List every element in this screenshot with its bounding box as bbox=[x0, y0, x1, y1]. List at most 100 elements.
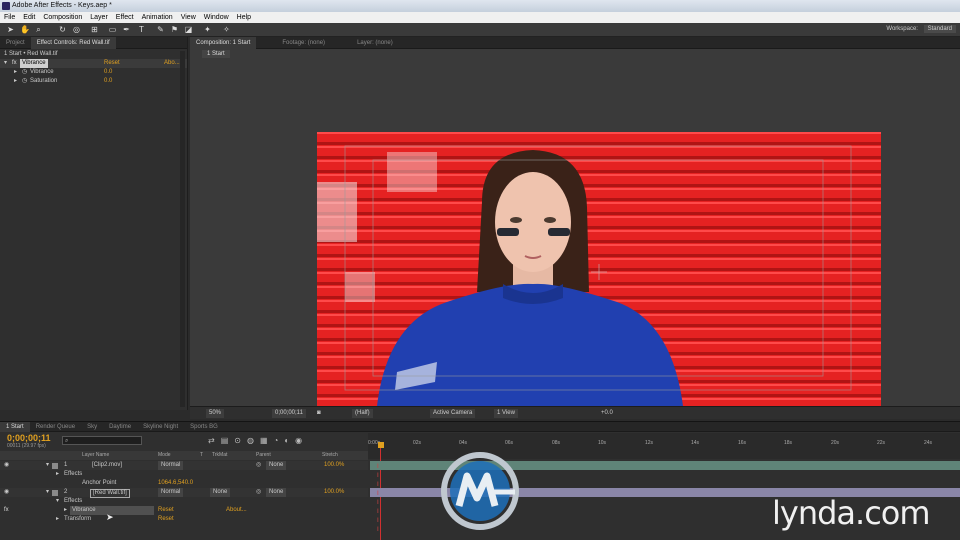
expand-triangle-icon[interactable]: ▸ bbox=[56, 470, 59, 479]
menu-layer[interactable]: Layer bbox=[90, 12, 108, 23]
col-parent[interactable]: Parent bbox=[256, 451, 271, 460]
expand-triangle-icon[interactable]: ▸ bbox=[14, 77, 17, 86]
property-value[interactable]: 0.0 bbox=[104, 68, 112, 77]
views-select[interactable]: 1 View bbox=[494, 409, 518, 418]
workspace-select[interactable]: Standard bbox=[923, 25, 956, 33]
layer-name[interactable]: [Clip2.mov] bbox=[92, 461, 122, 470]
transform-group-row[interactable]: ▸ Transform Reset bbox=[0, 515, 368, 524]
selection-tool-icon[interactable]: ➤ bbox=[6, 25, 15, 34]
expand-triangle-icon[interactable]: ▾ bbox=[4, 59, 7, 68]
menu-composition[interactable]: Composition bbox=[43, 12, 82, 23]
effect-name[interactable]: Vibrance bbox=[20, 59, 48, 68]
layer-stretch[interactable]: 100.0% bbox=[324, 461, 344, 470]
layer-parent-select[interactable]: None bbox=[266, 488, 287, 497]
hand-tool-icon[interactable]: ✋ bbox=[20, 25, 30, 34]
clone-stamp-tool-icon[interactable]: ⚑ bbox=[170, 25, 179, 34]
zoom-select[interactable]: 50% bbox=[206, 409, 225, 418]
camera-tool-icon[interactable]: ◎ bbox=[72, 25, 81, 34]
keyframe-markers[interactable]: ⅠⅠⅠⅠⅠⅠⅠⅠ bbox=[377, 463, 379, 535]
effect-about-link[interactable]: Abo... bbox=[164, 59, 180, 68]
expand-triangle-icon[interactable]: ▸ bbox=[64, 506, 67, 515]
menu-effect[interactable]: Effect bbox=[116, 12, 134, 23]
col-layer-name[interactable]: Layer Name bbox=[82, 451, 109, 460]
layer-row[interactable]: ◉ ▾ 2 [Red Wall.tif] Normal None ◎ None … bbox=[0, 488, 368, 498]
menu-file[interactable]: File bbox=[4, 12, 15, 23]
visibility-eye-icon[interactable]: ◉ bbox=[4, 461, 9, 470]
layer-mode-select[interactable]: Normal bbox=[158, 488, 184, 497]
transform-reset-link[interactable]: Reset bbox=[158, 515, 174, 524]
tab-project[interactable]: Project bbox=[0, 37, 31, 49]
timeline-timecode[interactable]: 0;00;00;11 bbox=[7, 433, 51, 443]
anchor-point-row[interactable]: Anchor Point 1064.6,540.0 bbox=[0, 479, 368, 488]
menu-window[interactable]: Window bbox=[204, 12, 229, 23]
layer-stretch[interactable]: 100.0% bbox=[324, 488, 344, 497]
col-t[interactable]: T bbox=[200, 451, 203, 460]
composition-frame[interactable] bbox=[317, 132, 881, 406]
resolution-select[interactable]: (Half) bbox=[352, 409, 373, 418]
left-panel-scrollbar[interactable] bbox=[180, 51, 185, 407]
expand-triangle-icon[interactable]: ▾ bbox=[46, 461, 49, 470]
parent-pickwhip-icon[interactable]: ◎ bbox=[256, 488, 261, 497]
label-color-swatch[interactable] bbox=[52, 463, 58, 469]
vibrance-about-link[interactable]: About... bbox=[226, 506, 247, 515]
tab-footage[interactable]: Footage: (none) bbox=[276, 37, 331, 49]
comp-nav-tab[interactable]: 1 Start bbox=[202, 50, 230, 58]
mask-tool-icon[interactable]: ▭ bbox=[108, 25, 117, 34]
col-trkmat[interactable]: TrkMat bbox=[212, 451, 227, 460]
tab-1-start[interactable]: 1 Start bbox=[0, 421, 30, 432]
exposure-value[interactable]: +0.0 bbox=[598, 409, 616, 418]
layer-number: 1 bbox=[64, 462, 68, 468]
tab-daytime[interactable]: Daytime bbox=[103, 422, 137, 432]
col-stretch[interactable]: Stretch bbox=[322, 451, 338, 460]
current-time-display[interactable]: 0;00;00;11 bbox=[272, 409, 306, 418]
stopwatch-icon[interactable]: ◷ bbox=[22, 68, 27, 77]
layer-mode-select[interactable]: Normal bbox=[158, 461, 184, 470]
col-mode[interactable]: Mode bbox=[158, 451, 171, 460]
fx-icon[interactable]: fx bbox=[4, 506, 9, 515]
menu-view[interactable]: View bbox=[181, 12, 196, 23]
tab-sports-bg[interactable]: Sports BG bbox=[184, 422, 224, 432]
effects-group-row[interactable]: ▾ Effects bbox=[0, 497, 368, 506]
vibrance-reset-link[interactable]: Reset bbox=[158, 506, 174, 515]
vibrance-effect-row[interactable]: fx ▸ Vibrance Reset About... bbox=[0, 506, 368, 515]
rotate-tool-icon[interactable]: ↻ bbox=[58, 25, 67, 34]
effect-reset-link[interactable]: Reset bbox=[104, 59, 120, 68]
menu-help[interactable]: Help bbox=[237, 12, 251, 23]
timeline-search-input[interactable]: ⌕ bbox=[62, 436, 142, 445]
expand-triangle-icon[interactable]: ▸ bbox=[56, 515, 59, 524]
layer-trkmat-select[interactable]: None bbox=[210, 488, 231, 497]
eraser-tool-icon[interactable]: ◪ bbox=[184, 25, 193, 34]
anchor-point-value[interactable]: 1064.6,540.0 bbox=[158, 479, 193, 488]
tab-render-queue[interactable]: Render Queue bbox=[30, 422, 81, 432]
pan-behind-tool-icon[interactable]: ⊞ bbox=[90, 25, 99, 34]
playhead-marker[interactable] bbox=[378, 442, 384, 448]
tab-sky[interactable]: Sky bbox=[81, 422, 103, 432]
menu-animation[interactable]: Animation bbox=[142, 12, 173, 23]
type-tool-icon[interactable]: T bbox=[137, 25, 146, 34]
layer-row[interactable]: ◉ ▾ 1 [Clip2.mov] Normal ◎ None 100.0% bbox=[0, 461, 368, 470]
tab-skyline-night[interactable]: Skyline Night bbox=[137, 422, 184, 432]
menu-edit[interactable]: Edit bbox=[23, 12, 35, 23]
label-color-swatch[interactable] bbox=[52, 490, 58, 496]
visibility-eye-icon[interactable]: ◉ bbox=[4, 488, 9, 497]
camera-select[interactable]: Active Camera bbox=[430, 409, 476, 418]
effects-group-row[interactable]: ▸ Effects bbox=[0, 470, 368, 479]
tab-composition[interactable]: Composition: 1 Start bbox=[190, 36, 257, 49]
brush-tool-icon[interactable]: ✎ bbox=[156, 25, 165, 34]
pen-tool-icon[interactable]: ✒ bbox=[122, 25, 131, 34]
expand-triangle-icon[interactable]: ▾ bbox=[46, 488, 49, 497]
zoom-tool-icon[interactable]: ⌕ bbox=[34, 25, 43, 34]
property-value[interactable]: 0.0 bbox=[104, 77, 112, 86]
layer-parent-select[interactable]: None bbox=[266, 461, 287, 470]
timeline-switches[interactable]: ⇄▤⊙◍▦◔◐◉ bbox=[208, 436, 308, 445]
roto-brush-tool-icon[interactable]: ✦ bbox=[203, 25, 212, 34]
parent-pickwhip-icon[interactable]: ◎ bbox=[256, 461, 261, 470]
fx-icon[interactable]: fx bbox=[12, 59, 17, 68]
puppet-tool-icon[interactable]: ✧ bbox=[222, 25, 231, 34]
expand-triangle-icon[interactable]: ▸ bbox=[14, 68, 17, 77]
expand-triangle-icon[interactable]: ▾ bbox=[56, 497, 59, 506]
snapshot-icon[interactable]: ◙ bbox=[314, 409, 324, 418]
stopwatch-icon[interactable]: ◷ bbox=[22, 77, 27, 86]
tab-layer[interactable]: Layer: (none) bbox=[351, 37, 399, 49]
tab-effect-controls[interactable]: Effect Controls: Red Wall.tif bbox=[30, 36, 116, 49]
